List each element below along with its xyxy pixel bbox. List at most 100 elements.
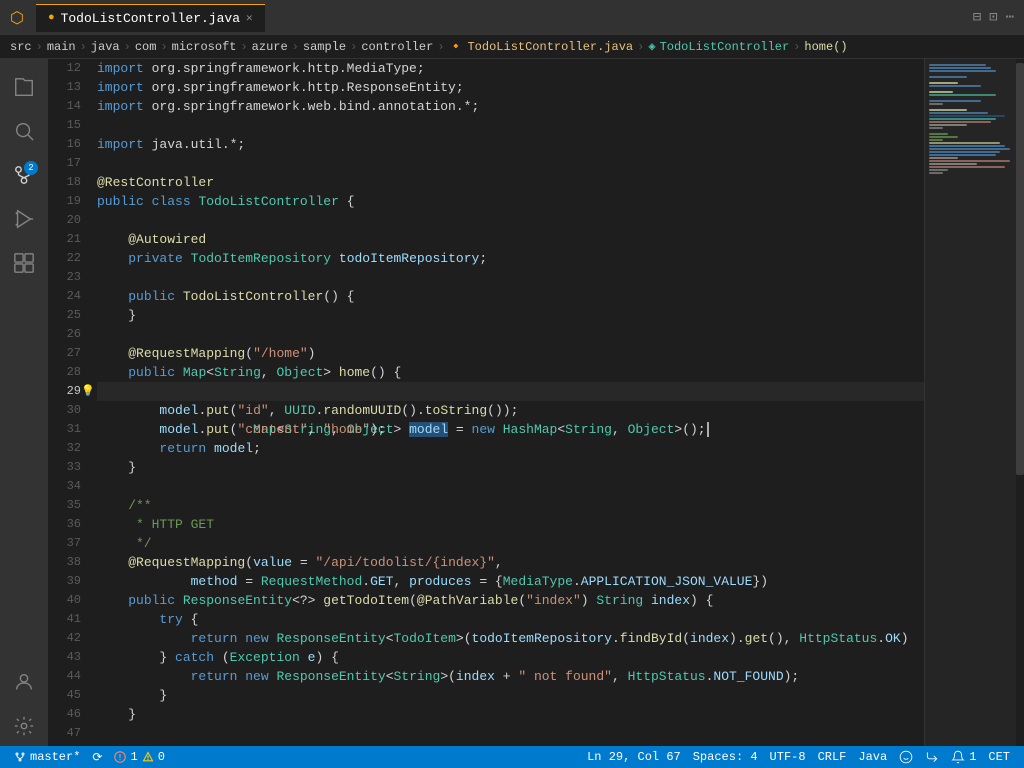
line-num-24: 24 — [56, 287, 81, 306]
line-num-47: 47 — [56, 724, 81, 743]
code-line-22[interactable]: private TodoItemRepository todoItemRepos… — [97, 249, 924, 268]
tab-file-icon: ● — [48, 12, 55, 24]
status-remote[interactable] — [919, 746, 945, 768]
code-line-30[interactable]: model.put("id", UUID.randomUUID().toStri… — [97, 401, 924, 420]
code-line-23[interactable] — [97, 268, 924, 287]
tab-title: TodoListController.java — [61, 11, 240, 26]
code-line-25[interactable]: } — [97, 306, 924, 325]
line-num-30: 30 — [56, 401, 81, 420]
activity-source-control[interactable]: 2 — [4, 155, 44, 195]
code-line-42[interactable]: return new ResponseEntity<TodoItem>(todo… — [97, 629, 924, 648]
layout-icon[interactable]: ⊡ — [989, 9, 997, 26]
code-line-24[interactable]: public TodoListController() { — [97, 287, 924, 306]
activity-extensions[interactable] — [4, 243, 44, 283]
code-line-12[interactable]: import org.springframework.http.MediaTyp… — [97, 59, 924, 78]
line-num-36: 36 — [56, 515, 81, 534]
vscode-icon: ⬡ — [10, 8, 24, 28]
code-line-47[interactable] — [97, 724, 924, 743]
code-line-39[interactable]: method = RequestMethod.GET, produces = {… — [97, 572, 924, 591]
code-line-26[interactable] — [97, 325, 924, 344]
code-line-35[interactable]: /** — [97, 496, 924, 515]
code-line-38[interactable]: @RequestMapping(value = "/api/todolist/{… — [97, 553, 924, 572]
code-line-34[interactable] — [97, 477, 924, 496]
code-line-41[interactable]: try { — [97, 610, 924, 629]
breadcrumb-main[interactable]: main — [47, 40, 76, 54]
split-editor-icon[interactable]: ⊟ — [973, 9, 981, 26]
status-position[interactable]: Ln 29, Col 67 — [581, 746, 687, 768]
breadcrumb-method[interactable]: home() — [804, 40, 847, 54]
breadcrumb-microsoft[interactable]: microsoft — [172, 40, 237, 54]
breadcrumb-com[interactable]: com — [135, 40, 157, 54]
code-line-46[interactable]: } — [97, 705, 924, 724]
warning-count: 0 — [158, 750, 165, 764]
code-line-14[interactable]: import org.springframework.web.bind.anno… — [97, 97, 924, 116]
tab-close-button[interactable]: ✕ — [246, 11, 253, 25]
line-num-22: 22 — [56, 249, 81, 268]
breadcrumb-controller[interactable]: controller — [361, 40, 433, 54]
line-num-15: 15 — [56, 116, 81, 135]
code-line-32[interactable]: return model; — [97, 439, 924, 458]
source-control-badge: 2 — [24, 161, 38, 175]
code-line-15[interactable] — [97, 116, 924, 135]
status-language[interactable]: Java — [852, 746, 893, 768]
code-lines[interactable]: import org.springframework.http.MediaTyp… — [93, 59, 924, 746]
activity-search[interactable] — [4, 111, 44, 151]
code-line-19[interactable]: public class TodoListController { — [97, 192, 924, 211]
code-line-17[interactable] — [97, 154, 924, 173]
code-container: 12 13 14 15 16 17 18 19 20 21 22 23 24 2… — [48, 59, 924, 746]
code-line-44[interactable]: return new ResponseEntity<String>(index … — [97, 667, 924, 686]
code-line-20[interactable] — [97, 211, 924, 230]
status-encoding[interactable]: UTF-8 — [764, 746, 812, 768]
status-branch[interactable]: master* — [8, 746, 86, 768]
notification-icon — [951, 750, 965, 764]
code-line-43[interactable]: } catch (Exception e) { — [97, 648, 924, 667]
more-actions-icon[interactable]: ⋯ — [1006, 9, 1014, 26]
line-num-19: 19 — [56, 192, 81, 211]
activity-explorer[interactable] — [4, 67, 44, 107]
activity-settings[interactable] — [4, 706, 44, 746]
code-line-18[interactable]: @RestController — [97, 173, 924, 192]
line-num-33: 33 — [56, 458, 81, 477]
breadcrumb-class[interactable]: TodoListController — [660, 40, 790, 54]
breadcrumb-src[interactable]: src — [10, 40, 32, 54]
status-notifications[interactable]: 1 — [945, 746, 982, 768]
status-spaces[interactable]: Spaces: 4 — [687, 746, 764, 768]
code-line-33[interactable]: } — [97, 458, 924, 477]
status-bar: master* ⟳ 1 0 Ln 29, Col 67 Spaces: 4 UT… — [0, 746, 1024, 768]
activity-accounts[interactable] — [4, 662, 44, 702]
code-line-36[interactable]: * HTTP GET — [97, 515, 924, 534]
status-errors[interactable]: 1 0 — [108, 746, 170, 768]
line-num-17: 17 — [56, 154, 81, 173]
minimap-content — [925, 59, 1024, 746]
status-feedback[interactable] — [893, 746, 919, 768]
code-line-40[interactable]: public ResponseEntity<?> getTodoItem(@Pa… — [97, 591, 924, 610]
code-line-29[interactable]: 💡 Map<String, Object> model = new HashMa… — [97, 382, 924, 401]
code-line-21[interactable]: @Autowired — [97, 230, 924, 249]
breadcrumb-java[interactable]: java — [91, 40, 120, 54]
error-icon — [114, 751, 126, 763]
code-line-27[interactable]: @RequestMapping("/home") — [97, 344, 924, 363]
activity-debug[interactable] — [4, 199, 44, 239]
editor-area: 12 13 14 15 16 17 18 19 20 21 22 23 24 2… — [48, 59, 1024, 746]
line-num-44: 44 — [56, 667, 81, 686]
code-line-13[interactable]: import org.springframework.http.Response… — [97, 78, 924, 97]
code-line-28[interactable]: public Map<String, Object> home() { — [97, 363, 924, 382]
code-editor[interactable]: 12 13 14 15 16 17 18 19 20 21 22 23 24 2… — [48, 59, 924, 746]
language-label: Java — [858, 750, 887, 764]
line-num-23: 23 — [56, 268, 81, 287]
line-num-31: 31 — [56, 420, 81, 439]
breadcrumb-sample[interactable]: sample — [303, 40, 346, 54]
line-num-32: 32 — [56, 439, 81, 458]
activity-bar: 2 — [0, 59, 48, 746]
status-line-ending[interactable]: CRLF — [812, 746, 853, 768]
code-line-31[interactable]: model.put("content", "home"); — [97, 420, 924, 439]
active-tab[interactable]: ● TodoListController.java ✕ — [36, 4, 265, 32]
title-bar: ⬡ ● TodoListController.java ✕ ⊟ ⊡ ⋯ — [0, 0, 1024, 35]
status-timezone[interactable]: CET — [982, 746, 1016, 768]
code-line-45[interactable]: } — [97, 686, 924, 705]
breadcrumb-file[interactable]: TodoListController.java — [467, 40, 633, 54]
code-line-37[interactable]: */ — [97, 534, 924, 553]
breadcrumb-azure[interactable]: azure — [252, 40, 288, 54]
status-sync[interactable]: ⟳ — [86, 746, 108, 768]
code-line-16[interactable]: import java.util.*; — [97, 135, 924, 154]
